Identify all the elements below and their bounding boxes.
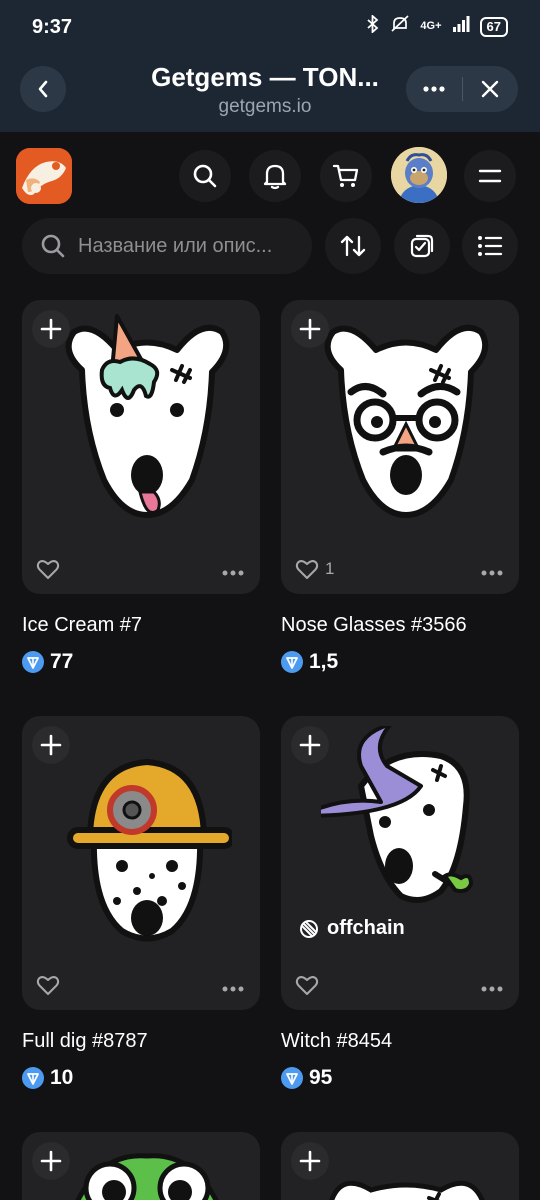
- signal-icon: [452, 16, 470, 37]
- nft-image[interactable]: [281, 1132, 519, 1200]
- nft-artwork: [75, 1153, 219, 1200]
- mute-icon: [390, 15, 410, 38]
- nft-price: 10: [22, 1066, 260, 1090]
- like-button[interactable]: [36, 558, 66, 580]
- page-title: Getgems — TON...: [151, 62, 379, 92]
- nft-card[interactable]: Full dig #8787 10: [22, 716, 260, 1090]
- search-button[interactable]: [179, 150, 231, 202]
- nft-card[interactable]: offchain Witch #8454 95: [281, 716, 519, 1090]
- nft-name[interactable]: Ice Cream #7: [22, 612, 260, 638]
- app-header: [0, 132, 540, 222]
- bell-icon: [263, 164, 287, 190]
- nft-image[interactable]: [22, 716, 260, 1010]
- select-mode-button[interactable]: [394, 218, 450, 274]
- offchain-badge: offchain: [299, 917, 405, 940]
- plus-icon: [299, 318, 321, 340]
- nft-card[interactable]: [22, 1132, 260, 1200]
- nft-name[interactable]: Nose Glasses #3566: [281, 612, 519, 638]
- list-view-button[interactable]: [462, 218, 518, 274]
- close-button[interactable]: [462, 66, 518, 112]
- sort-icon: [340, 235, 366, 257]
- add-button[interactable]: [291, 1142, 329, 1180]
- hamburger-menu-button[interactable]: [464, 150, 516, 202]
- ton-icon: [22, 1067, 44, 1089]
- nft-price: 77: [22, 650, 260, 674]
- add-button[interactable]: [32, 1142, 70, 1180]
- nft-image[interactable]: offchain: [281, 716, 519, 1010]
- back-button[interactable]: [20, 66, 66, 112]
- nft-price: 95: [281, 1066, 519, 1090]
- nft-card[interactable]: [281, 1132, 519, 1200]
- search-input[interactable]: [78, 234, 308, 258]
- search-icon: [41, 234, 65, 258]
- plus-icon: [299, 734, 321, 756]
- notifications-button[interactable]: [249, 150, 301, 202]
- close-icon: [482, 80, 499, 98]
- nft-image[interactable]: [22, 1132, 260, 1200]
- toolbar: [0, 218, 540, 278]
- checkbox-stack-icon: [410, 234, 434, 258]
- more-icon[interactable]: [222, 570, 244, 576]
- nft-artwork: [62, 314, 232, 540]
- more-icon[interactable]: [481, 986, 503, 992]
- ton-icon: [281, 651, 303, 673]
- getgems-logo[interactable]: [16, 148, 72, 204]
- heart-icon: [295, 558, 319, 580]
- nft-image[interactable]: [22, 300, 260, 594]
- list-icon: [478, 236, 503, 256]
- heart-icon: [36, 558, 60, 580]
- ton-icon: [22, 651, 44, 673]
- plus-icon: [40, 1150, 62, 1172]
- ton-icon: [281, 1067, 303, 1089]
- search-box[interactable]: [22, 218, 312, 274]
- status-bar: 9:37 4G+ 67: [0, 0, 540, 56]
- battery-indicator: 67: [479, 16, 508, 37]
- like-button[interactable]: 1: [295, 558, 334, 580]
- nft-price: 1,5: [281, 650, 519, 674]
- add-button[interactable]: [291, 310, 329, 348]
- browser-controls: [406, 66, 518, 112]
- page-url: getgems.io: [218, 96, 312, 117]
- more-horizontal-icon: [423, 86, 445, 92]
- add-button[interactable]: [32, 726, 70, 764]
- network-indicator: 4G+: [420, 20, 442, 32]
- nft-name[interactable]: Full dig #8787: [22, 1028, 260, 1054]
- plus-icon: [40, 318, 62, 340]
- add-button[interactable]: [291, 726, 329, 764]
- nft-artwork: [329, 1180, 485, 1200]
- heart-icon: [36, 974, 60, 996]
- cart-button[interactable]: [320, 150, 372, 202]
- nft-artwork: [67, 758, 232, 942]
- offchain-icon: [300, 919, 318, 938]
- heart-icon: [295, 974, 319, 996]
- cart-icon: [332, 164, 359, 187]
- more-icon[interactable]: [481, 570, 503, 576]
- like-button[interactable]: [36, 974, 66, 996]
- hamburger-icon: [478, 169, 502, 183]
- add-button[interactable]: [32, 310, 70, 348]
- status-time: 9:37: [32, 16, 73, 38]
- nft-card[interactable]: Ice Cream #7 77: [22, 300, 260, 674]
- sort-button[interactable]: [325, 218, 381, 274]
- menu-button[interactable]: [406, 66, 462, 112]
- more-icon[interactable]: [222, 986, 244, 992]
- chevron-left-icon: [38, 80, 48, 98]
- nft-name[interactable]: Witch #8454: [281, 1028, 519, 1054]
- like-count: 1: [325, 559, 335, 578]
- avatar[interactable]: [391, 147, 447, 203]
- bluetooth-icon: [366, 13, 380, 38]
- nft-card[interactable]: 1 Nose Glasses #3566 1,5: [281, 300, 519, 674]
- plus-icon: [299, 1150, 321, 1172]
- nft-image[interactable]: 1: [281, 300, 519, 594]
- plus-icon: [40, 734, 62, 756]
- like-button[interactable]: [295, 974, 325, 996]
- nft-artwork: [321, 310, 491, 540]
- search-icon: [193, 164, 217, 188]
- browser-header: Getgems — TON... getgems.io: [0, 56, 540, 132]
